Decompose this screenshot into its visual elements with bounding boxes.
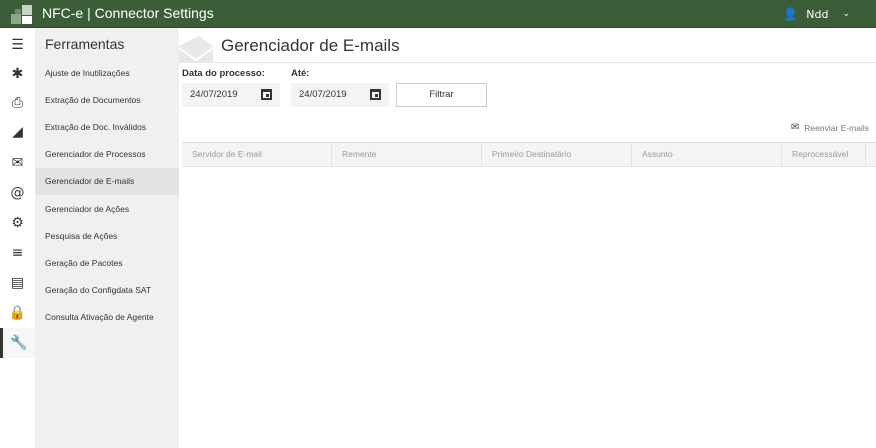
app-logo <box>11 5 32 24</box>
calendar-icon[interactable] <box>370 89 381 100</box>
wrench-icon[interactable]: 🔧 <box>0 328 35 358</box>
menu-icon[interactable]: ☰ <box>0 30 35 60</box>
user-name: Ndd <box>806 7 829 21</box>
lock-icon[interactable]: 🔒 <box>0 298 35 328</box>
menu-item[interactable]: Consulta Ativação de Agente <box>35 304 179 331</box>
column-header[interactable]: Assunto <box>632 143 782 166</box>
filter-button[interactable]: Filtrar <box>396 83 487 107</box>
column-header[interactable]: Reprocessável <box>782 143 866 166</box>
envelope-icon: ✉ <box>790 122 800 133</box>
column-header[interactable]: Remente <box>332 143 482 166</box>
icon-sidebar: ☰ ✱ ⎙ ◢ ✉ @ ⚙ ≡ ▤ 🔒 🔧 <box>0 28 35 448</box>
chevron-down-icon: ⌄ <box>842 9 850 19</box>
menu-item[interactable]: Geração de Pacotes <box>35 250 179 277</box>
printer-icon[interactable]: ⎙ <box>0 88 35 118</box>
page-title: Gerenciador de E-mails <box>221 36 400 55</box>
user-icon: 👤 <box>783 7 799 21</box>
main-content: Gerenciador de E-mails Data do processo:… <box>179 28 876 448</box>
table-header: Servidor de E-mail Remente Primeiro Dest… <box>182 142 876 167</box>
plug-icon[interactable]: ✱ <box>0 59 35 89</box>
menu-item[interactable]: Extração de Documentos <box>35 87 179 114</box>
resend-emails-button[interactable]: ✉ Reenviar E-mails <box>791 122 869 133</box>
envelope-watermark-icon <box>179 36 213 62</box>
from-date-value: 24/07/2019 <box>190 89 238 100</box>
tools-menu: Ferramentas Ajuste de Inutilizações Extr… <box>35 28 179 448</box>
server-icon[interactable]: ▤ <box>0 268 35 298</box>
to-date-input[interactable]: 24/07/2019 <box>291 83 389 107</box>
to-date-value: 24/07/2019 <box>299 89 347 100</box>
column-header[interactable]: Primeiro Destinatário <box>482 143 632 166</box>
resend-label: Reenviar E-mails <box>804 122 869 133</box>
menu-title: Ferramentas <box>45 36 125 52</box>
menu-item[interactable]: Geração do Configdata SAT <box>35 277 179 304</box>
at-icon[interactable]: @ <box>0 178 35 208</box>
from-date-input[interactable]: 24/07/2019 <box>182 83 280 107</box>
app-title: NFC-e | Connector Settings <box>42 5 214 21</box>
sliders-icon[interactable]: ≡ <box>0 238 35 268</box>
folder-open-icon[interactable]: ◢ <box>0 117 35 147</box>
menu-item[interactable]: Pesquisa de Ações <box>35 223 179 250</box>
to-date-label: Até: <box>291 68 310 79</box>
menu-item[interactable]: Gerenciador de Ações <box>35 196 179 223</box>
calendar-icon[interactable] <box>261 89 272 100</box>
menu-item[interactable]: Extração de Doc. Inválidos <box>35 114 179 141</box>
from-date-label: Data do processo: <box>182 68 265 79</box>
column-header[interactable]: Servidor de E-mail <box>182 143 332 166</box>
divider <box>179 62 876 63</box>
title-bar: NFC-e | Connector Settings 👤 Ndd ⌄ <box>0 0 876 28</box>
menu-item[interactable]: Ajuste de Inutilizações <box>35 60 179 87</box>
menu-item-active[interactable]: Gerenciador de E-mails <box>35 168 179 195</box>
gear-icon[interactable]: ⚙ <box>0 208 35 238</box>
envelope-icon[interactable]: ✉ <box>0 148 35 178</box>
menu-item[interactable]: Gerenciador de Processos <box>35 141 179 168</box>
user-menu[interactable]: 👤 Ndd ⌄ <box>783 7 850 21</box>
